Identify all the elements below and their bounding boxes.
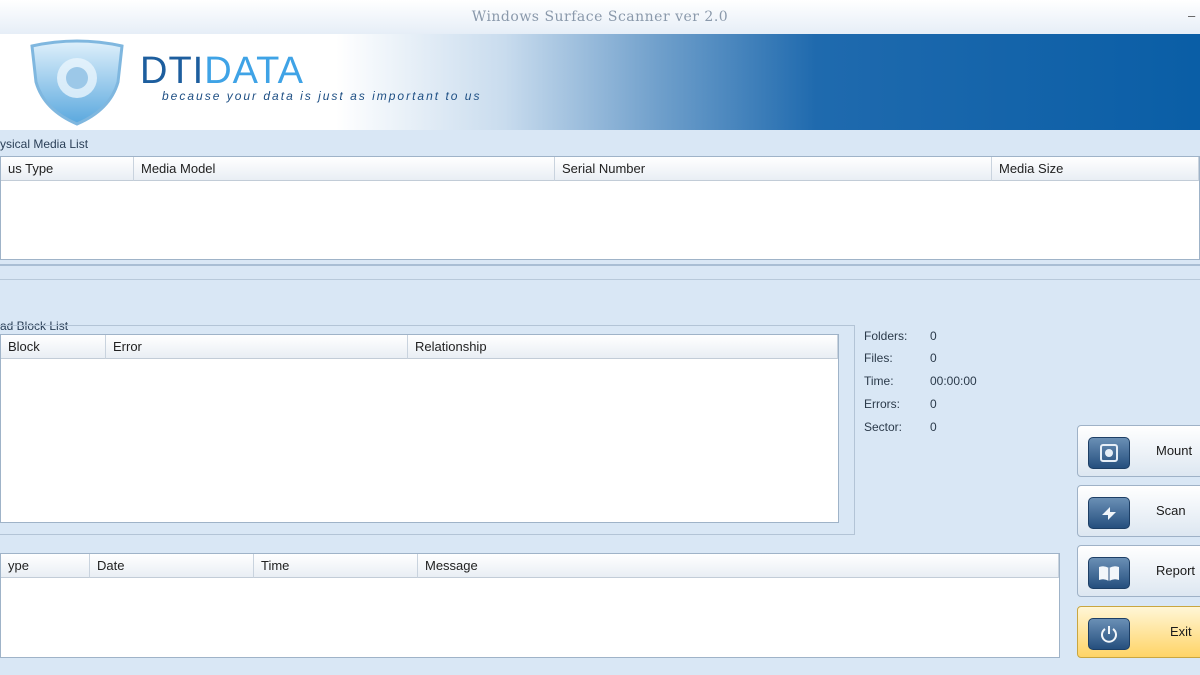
folders-value: 0 — [930, 329, 937, 343]
media-list-label: ysical Media List — [0, 137, 89, 151]
col-media-model[interactable]: Media Model — [134, 157, 555, 181]
col-type[interactable]: ype — [1, 554, 90, 578]
power-icon — [1088, 618, 1130, 650]
report-label: Report — [1156, 563, 1196, 578]
splitter[interactable] — [0, 264, 1200, 266]
shield-logo-icon — [30, 39, 124, 126]
exit-button[interactable]: Exit — [1077, 606, 1200, 658]
col-media-size[interactable]: Media Size — [992, 157, 1199, 181]
col-relationship[interactable]: Relationship — [408, 335, 838, 359]
report-button[interactable]: Report — [1077, 545, 1200, 597]
scan-icon — [1088, 497, 1130, 529]
col-block[interactable]: Block — [1, 335, 106, 359]
col-error[interactable]: Error — [106, 335, 408, 359]
files-label: Files: — [864, 351, 893, 365]
log-list[interactable]: ype Date Time Message — [0, 553, 1060, 658]
errors-value: 0 — [930, 397, 937, 411]
brand-part-2: DATA — [204, 50, 304, 92]
col-serial-number[interactable]: Serial Number — [555, 157, 992, 181]
mount-icon — [1088, 437, 1130, 469]
errors-label: Errors: — [864, 397, 900, 411]
time-label: Time: — [864, 374, 894, 388]
col-date[interactable]: Date — [90, 554, 254, 578]
exit-label: Exit — [1170, 624, 1192, 639]
time-value: 00:00:00 — [930, 374, 977, 388]
bad-block-list[interactable]: Block Error Relationship — [0, 334, 839, 523]
col-bus-type[interactable]: us Type — [1, 157, 134, 181]
brand-part-1: DTI — [140, 50, 205, 92]
scan-button[interactable]: Scan — [1077, 485, 1200, 537]
divider — [0, 279, 1200, 280]
mount-label: Mount — [1156, 443, 1193, 458]
col-time[interactable]: Time — [254, 554, 418, 578]
brand-logo-text: DTIDATA — [140, 50, 304, 93]
media-list[interactable]: us Type Media Model Serial Number Media … — [0, 156, 1200, 260]
mount-button[interactable]: Mount — [1077, 425, 1200, 477]
sector-value: 0 — [930, 420, 937, 434]
title-bar: Windows Surface Scanner ver 2.0 – — [0, 0, 1200, 35]
sector-label: Sector: — [864, 420, 903, 434]
book-icon — [1088, 557, 1130, 589]
files-value: 0 — [930, 351, 937, 365]
window-title: Windows Surface Scanner ver 2.0 — [471, 9, 729, 25]
col-message[interactable]: Message — [418, 554, 1059, 578]
minimize-button[interactable]: – — [1188, 8, 1198, 23]
brand-tagline: because your data is just as important t… — [162, 89, 482, 103]
folders-label: Folders: — [864, 329, 908, 343]
scan-label: Scan — [1156, 503, 1186, 518]
